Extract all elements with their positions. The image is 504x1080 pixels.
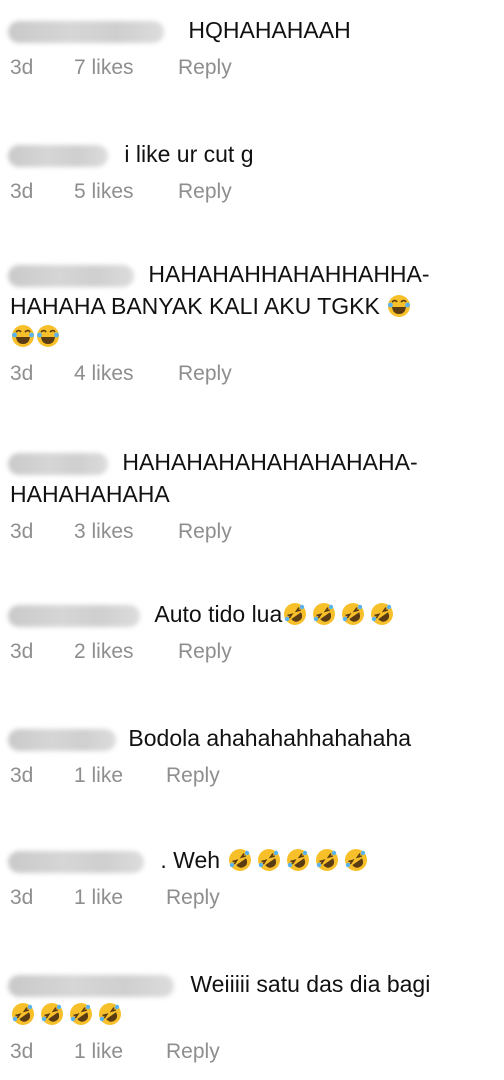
comment-likes[interactable]: 1 like xyxy=(74,886,166,910)
blurred-username[interactable] xyxy=(8,974,174,997)
rolling-on-floor-laughing-icon xyxy=(316,849,339,871)
comment-likes[interactable]: 7 likes xyxy=(74,56,178,80)
comment-text: i like ur cut g xyxy=(124,141,254,167)
blurred-username[interactable] xyxy=(8,728,116,751)
comment-text: Bodola ahahahahhahahaha xyxy=(128,725,412,751)
rolling-on-floor-laughing-icon xyxy=(70,1003,92,1025)
rolling-on-floor-laughing-icon xyxy=(229,849,252,871)
comment-text-continuation: HAHAHA BANYAK KALI AKU TGKK xyxy=(10,293,380,319)
comment-item: HQHAHAHAAH 3d 7 likes Reply xyxy=(0,14,504,82)
comment-time: 3d xyxy=(10,180,34,203)
rolling-on-floor-laughing-icon xyxy=(99,1003,121,1025)
comment-time: 3d xyxy=(10,362,34,385)
comment-text: HAHAHAHHAHAHHAHHA- xyxy=(148,261,430,287)
reply-button[interactable]: Reply xyxy=(178,640,232,664)
comment-text: . Weh xyxy=(160,847,221,873)
comment-likes[interactable]: 3 likes xyxy=(74,520,178,544)
comment-time: 3d xyxy=(10,640,34,663)
rolling-on-floor-laughing-icon xyxy=(284,603,307,625)
comment-time: 3d xyxy=(10,56,34,79)
comment-text: Weiiiii satu das dia bagi xyxy=(190,971,431,997)
reply-button[interactable]: Reply xyxy=(178,362,232,386)
comment-text: HQHAHAHAAH xyxy=(188,17,351,43)
comment-meta: 3d 4 likes Reply xyxy=(10,362,504,388)
rolling-on-floor-laughing-icon xyxy=(371,603,394,625)
comment-likes[interactable]: 1 like xyxy=(74,764,166,788)
comment-item: . Weh 3d 1 like Reply xyxy=(0,844,504,912)
comment-meta: 3d 3 likes Reply xyxy=(10,520,504,546)
rolling-on-floor-laughing-icon xyxy=(12,1003,34,1025)
comment-time: 3d xyxy=(10,1040,34,1063)
rolling-on-floor-laughing-icon xyxy=(287,849,310,871)
comment-item: Weiiiii satu das dia bagi 3d 1 like Reply xyxy=(0,968,504,1066)
face-with-tears-of-joy-icon xyxy=(12,325,34,347)
comment-text: Auto tido lua xyxy=(154,601,283,627)
comment-item: Auto tido lua 3d 2 likes Reply xyxy=(0,598,504,666)
comment-text: HAHAHAHAHAHAHAHAHA- xyxy=(122,449,418,475)
comment-time: 3d xyxy=(10,886,34,909)
face-with-tears-of-joy-icon xyxy=(37,325,59,347)
comment-meta: 3d 1 like Reply xyxy=(10,886,504,912)
comment-item: HAHAHAHAHAHAHAHAHA- HAHAHAHAHA 3d 3 likes… xyxy=(0,446,504,546)
rolling-on-floor-laughing-icon xyxy=(345,849,368,871)
reply-button[interactable]: Reply xyxy=(178,56,232,80)
reply-button[interactable]: Reply xyxy=(166,886,220,910)
comment-item: i like ur cut g 3d 5 likes Reply xyxy=(0,138,504,206)
reply-button[interactable]: Reply xyxy=(178,180,232,204)
rolling-on-floor-laughing-icon xyxy=(258,849,281,871)
reply-button[interactable]: Reply xyxy=(166,1040,220,1064)
blurred-username[interactable] xyxy=(8,452,108,475)
face-with-tears-of-joy-icon xyxy=(388,295,411,317)
blurred-username[interactable] xyxy=(8,144,108,167)
blurred-username[interactable] xyxy=(8,850,144,873)
rolling-on-floor-laughing-icon xyxy=(342,603,365,625)
blurred-username[interactable] xyxy=(8,20,164,43)
rolling-on-floor-laughing-icon xyxy=(41,1003,63,1025)
comment-likes[interactable]: 1 like xyxy=(74,1040,166,1064)
reply-button[interactable]: Reply xyxy=(178,520,232,544)
blurred-username[interactable] xyxy=(8,264,134,287)
blurred-username[interactable] xyxy=(8,604,140,627)
comment-text-continuation: HAHAHAHAHA xyxy=(10,481,170,507)
comment-meta: 3d 5 likes Reply xyxy=(10,180,504,206)
comment-item: HAHAHAHHAHAHHAHHA- HAHAHA BANYAK KALI AK… xyxy=(0,258,504,388)
comment-likes[interactable]: 2 likes xyxy=(74,640,178,664)
comment-likes[interactable]: 4 likes xyxy=(74,362,178,386)
comment-meta: 3d 7 likes Reply xyxy=(10,56,504,82)
comment-meta: 3d 2 likes Reply xyxy=(10,640,504,666)
comment-meta: 3d 1 like Reply xyxy=(10,1040,504,1066)
comment-meta: 3d 1 like Reply xyxy=(10,764,504,790)
comment-time: 3d xyxy=(10,520,34,543)
reply-button[interactable]: Reply xyxy=(166,764,220,788)
comment-item: Bodola ahahahahhahahaha 3d 1 like Reply xyxy=(0,722,504,790)
rolling-on-floor-laughing-icon xyxy=(313,603,336,625)
comment-likes[interactable]: 5 likes xyxy=(74,180,178,204)
comment-time: 3d xyxy=(10,764,34,787)
